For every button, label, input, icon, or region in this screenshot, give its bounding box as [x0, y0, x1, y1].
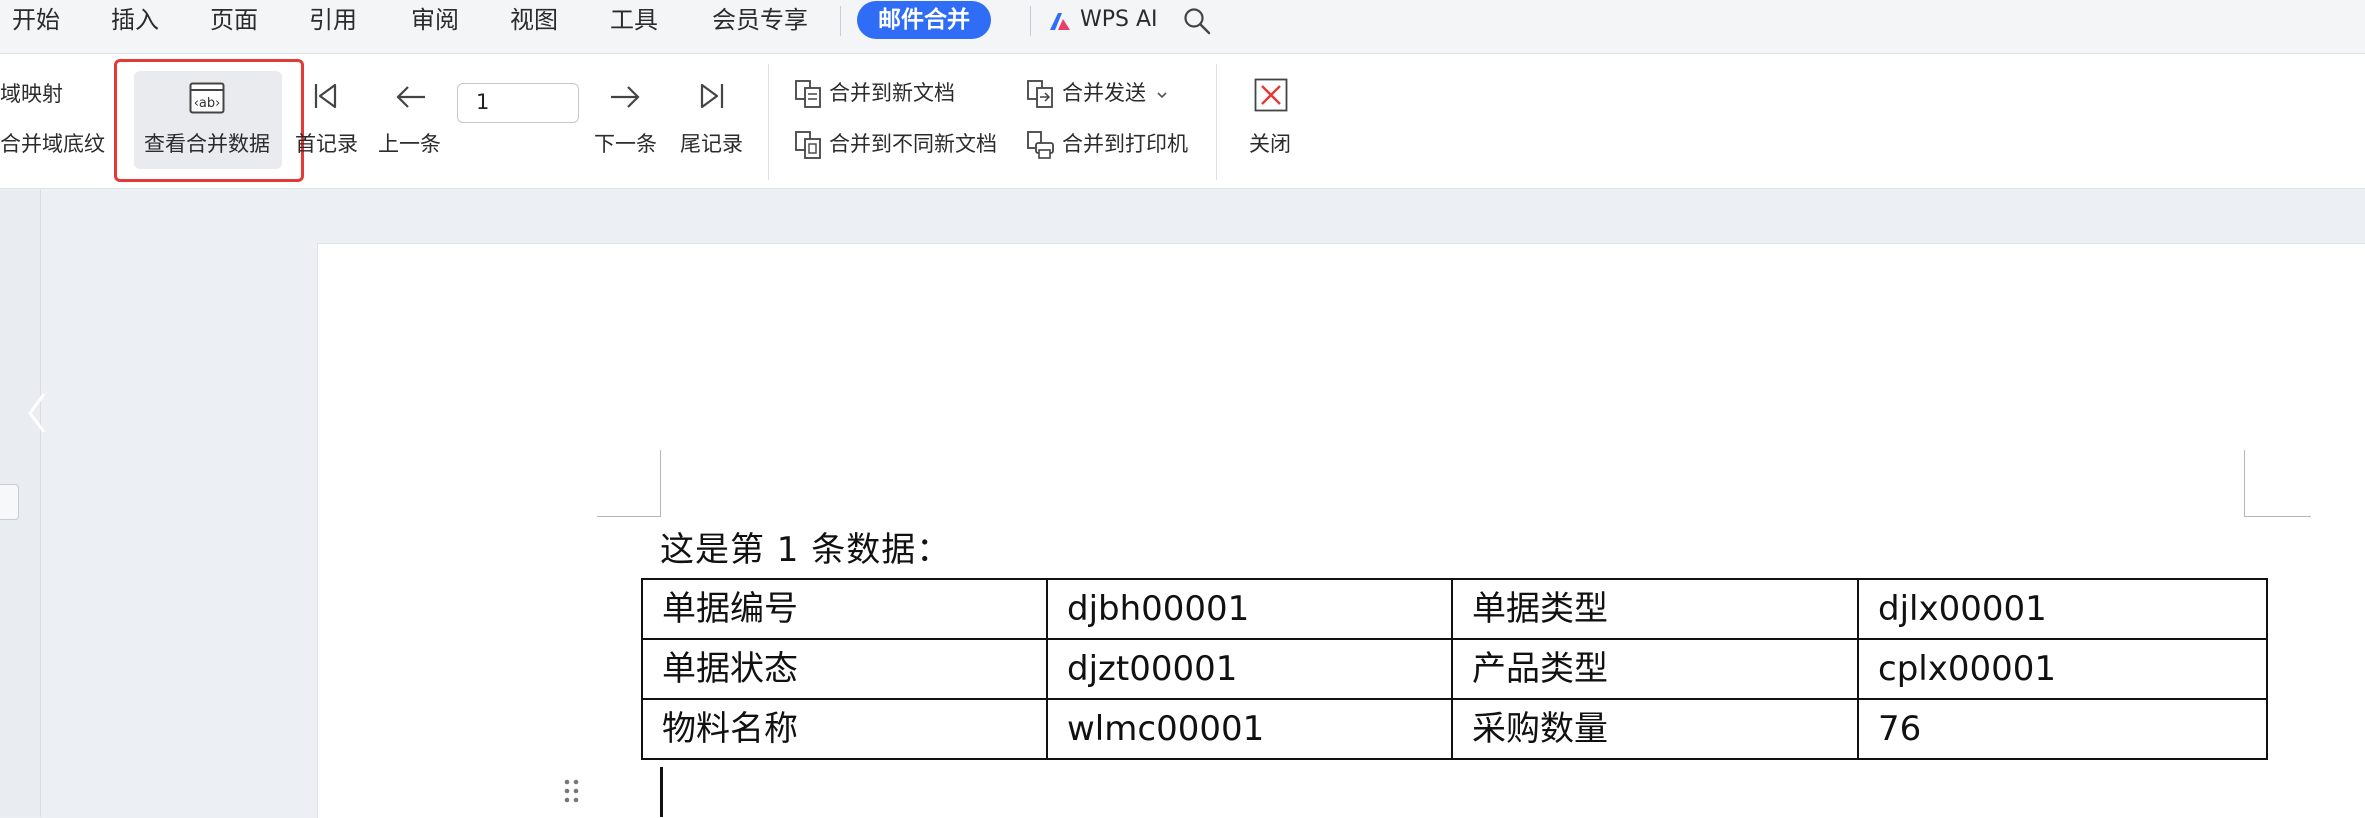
menu-tools[interactable]: 工具	[610, 5, 658, 35]
menu-review[interactable]: 审阅	[411, 5, 459, 35]
prev-arrow-icon[interactable]	[394, 82, 428, 112]
merge-to-printer-button[interactable]: 合并到打印机	[1062, 130, 1188, 158]
ribbon-divider	[1216, 64, 1217, 180]
table-cell[interactable]: 物料名称	[641, 698, 1048, 760]
field-shading-button[interactable]: 合并域底纹	[0, 130, 105, 158]
rail-tab[interactable]	[0, 484, 19, 520]
search-icon[interactable]	[1182, 6, 1212, 36]
margin-corner-mark	[597, 450, 661, 517]
drag-handle-icon[interactable]	[562, 777, 582, 805]
close-icon[interactable]	[1254, 78, 1288, 112]
mail-merge-ribbon	[0, 54, 2365, 189]
table-row: 物料名称 wlmc00001 采购数量 76	[641, 698, 2268, 760]
chevron-down-icon[interactable]	[1156, 90, 1168, 100]
merge-to-separate-docs-button[interactable]: 合并到不同新文档	[829, 130, 997, 158]
table-cell[interactable]: 单据类型	[1451, 578, 1859, 640]
highlight-annotation	[114, 59, 304, 182]
table-cell[interactable]: 76	[1857, 698, 2268, 760]
close-button[interactable]: 关闭	[1249, 130, 1291, 158]
merge-to-separate-docs-icon[interactable]	[794, 130, 824, 160]
table-cell[interactable]: 产品类型	[1451, 638, 1859, 700]
menu-divider	[1030, 6, 1031, 36]
menu-page[interactable]: 页面	[210, 5, 258, 35]
record-number-input[interactable]: 1	[457, 83, 579, 123]
last-record-label[interactable]: 尾记录	[680, 130, 743, 158]
table-cell[interactable]: 采购数量	[1451, 698, 1859, 760]
first-record-label[interactable]: 首记录	[295, 130, 358, 158]
menu-references[interactable]: 引用	[309, 5, 357, 35]
next-arrow-icon[interactable]	[608, 82, 642, 112]
table-cell[interactable]: cplx00001	[1857, 638, 2268, 700]
ribbon-divider	[768, 64, 769, 180]
menu-bar: 开始 插入 页面 引用 审阅 视图 工具 会员专享 邮件合并 WPS AI	[0, 0, 2365, 54]
field-mapping-button[interactable]: 域映射	[0, 80, 63, 108]
table-cell[interactable]: 单据编号	[641, 578, 1048, 640]
table-cell[interactable]: 单据状态	[641, 638, 1048, 700]
margin-corner-mark	[2244, 450, 2311, 517]
menu-member[interactable]: 会员专享	[712, 5, 808, 35]
wps-ai-button[interactable]: WPS AI	[1080, 5, 1158, 35]
tab-mail-merge[interactable]: 邮件合并	[857, 1, 991, 39]
merge-data-table[interactable]: 单据编号 djbh00001 单据类型 djlx00001 单据状态 djzt0…	[641, 578, 2268, 760]
merge-send-icon[interactable]	[1026, 79, 1056, 109]
wps-ai-logo-icon[interactable]	[1048, 10, 1072, 32]
merge-to-printer-icon[interactable]	[1026, 130, 1056, 160]
table-cell[interactable]: wlmc00001	[1046, 698, 1453, 760]
next-record-label[interactable]: 下一条	[594, 130, 657, 158]
first-record-icon[interactable]	[310, 80, 340, 112]
table-row: 单据状态 djzt00001 产品类型 cplx00001	[641, 638, 2268, 700]
menu-start[interactable]: 开始	[12, 5, 60, 35]
chevron-left-icon[interactable]	[24, 390, 50, 436]
last-record-icon[interactable]	[697, 80, 727, 112]
merge-send-button[interactable]: 合并发送	[1062, 79, 1146, 107]
table-row: 单据编号 djbh00001 单据类型 djlx00001	[641, 578, 2268, 640]
menu-insert[interactable]: 插入	[111, 5, 159, 35]
table-cell[interactable]: djzt00001	[1046, 638, 1453, 700]
left-rail	[0, 190, 41, 817]
merge-record-intro[interactable]: 这是第 1 条数据：	[660, 522, 951, 571]
menu-view[interactable]: 视图	[510, 5, 558, 35]
text-cursor	[660, 767, 663, 817]
table-cell[interactable]: djbh00001	[1046, 578, 1453, 640]
menu-divider	[840, 6, 841, 36]
prev-record-label[interactable]: 上一条	[378, 130, 441, 158]
table-cell[interactable]: djlx00001	[1857, 578, 2268, 640]
merge-to-new-doc-button[interactable]: 合并到新文档	[829, 79, 955, 107]
merge-to-new-doc-icon[interactable]	[794, 79, 824, 109]
